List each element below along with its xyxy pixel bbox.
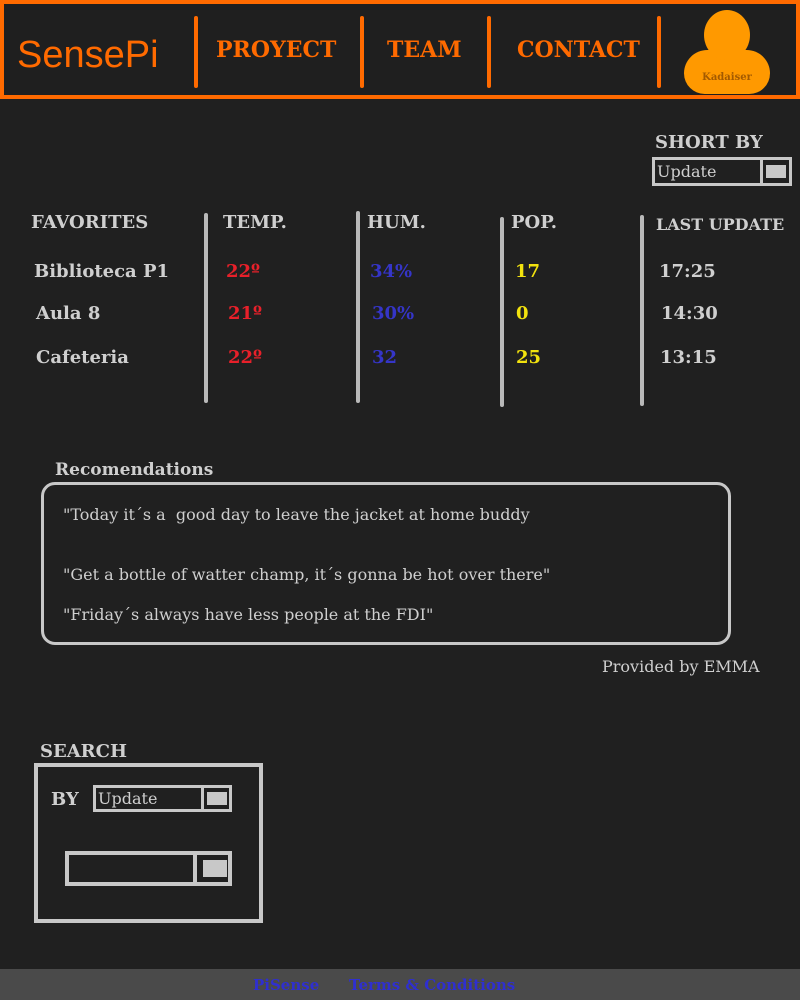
column-header-favorites: FAVORITES	[31, 212, 149, 233]
humidity-value: 34%	[370, 261, 413, 282]
column-header-hum[interactable]: HUM.	[367, 212, 426, 233]
sort-select-value: Update	[655, 160, 763, 183]
column-header-pop[interactable]: POP.	[511, 212, 557, 233]
sort-select[interactable]: Update	[652, 157, 792, 186]
column-divider	[500, 217, 504, 407]
footer-link-terms[interactable]: Terms & Conditions	[349, 976, 515, 994]
recommendations-provider: Provided by EMMA	[602, 657, 760, 676]
humidity-value: 32	[372, 347, 398, 368]
search-by-label: BY	[51, 789, 79, 810]
last-update-value: 17:25	[659, 261, 716, 282]
favorite-name[interactable]: Biblioteca P1	[34, 261, 169, 282]
footer-bar: PiSense Terms & Conditions	[0, 969, 800, 1000]
search-by-dropdown-button[interactable]	[207, 792, 227, 805]
population-value: 0	[516, 303, 529, 324]
search-by-select[interactable]: Update	[93, 785, 232, 812]
temperature-value: 21º	[228, 303, 263, 324]
nav-divider	[194, 16, 198, 88]
temperature-value: 22º	[228, 347, 263, 368]
nav-divider	[487, 16, 491, 88]
header-bar: SensePi PROYECT TEAM CONTACT Kadaiser	[0, 0, 800, 99]
user-name: Kadaiser	[702, 72, 752, 83]
recommendation-item: "Friday´s always have less people at the…	[63, 605, 434, 624]
column-divider	[356, 211, 360, 403]
nav-divider	[360, 16, 364, 88]
footer-link-pisense[interactable]: PiSense	[253, 976, 319, 994]
avatar-head-icon	[704, 10, 750, 60]
nav-contact[interactable]: CONTACT	[517, 37, 640, 63]
nav-divider	[657, 16, 661, 88]
recommendation-item: "Today it´s a good day to leave the jack…	[63, 505, 530, 524]
humidity-value: 30%	[372, 303, 415, 324]
search-submit-button[interactable]	[203, 860, 227, 877]
column-divider	[640, 215, 644, 406]
search-title: SEARCH	[40, 741, 127, 762]
recommendations-box: "Today it´s a good day to leave the jack…	[41, 482, 731, 645]
sort-dropdown-button[interactable]	[766, 165, 786, 178]
last-update-value: 14:30	[661, 303, 718, 324]
column-divider	[204, 213, 208, 403]
user-avatar[interactable]: Kadaiser	[682, 10, 772, 94]
last-update-value: 13:15	[660, 347, 717, 368]
search-input-group	[65, 851, 232, 886]
search-input[interactable]	[69, 855, 197, 882]
column-header-last-update[interactable]: LAST UPDATE	[656, 215, 784, 234]
population-value: 25	[516, 347, 542, 368]
logo[interactable]: SensePi	[17, 34, 159, 77]
favorite-name[interactable]: Aula 8	[36, 303, 100, 324]
sort-label: SHORT BY	[655, 132, 763, 153]
favorite-name[interactable]: Cafeteria	[36, 347, 129, 368]
nav-proyect[interactable]: PROYECT	[216, 37, 336, 63]
recommendation-item: "Get a bottle of watter champ, it´s gonn…	[63, 565, 551, 584]
search-by-value: Update	[96, 788, 204, 809]
column-header-temp[interactable]: TEMP.	[223, 212, 287, 233]
nav-team[interactable]: TEAM	[387, 37, 462, 63]
population-value: 17	[515, 261, 541, 282]
temperature-value: 22º	[226, 261, 261, 282]
recommendations-title: Recomendations	[55, 460, 214, 480]
